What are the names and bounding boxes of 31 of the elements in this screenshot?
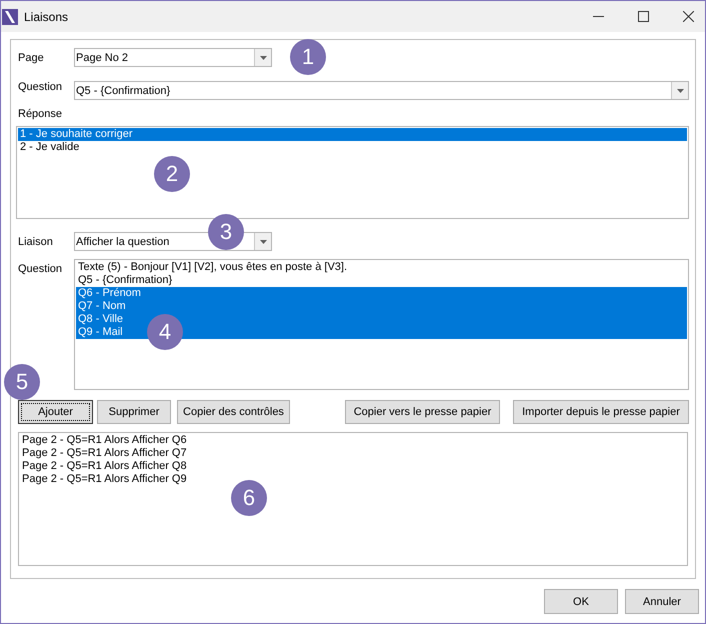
list-item[interactable]: 2 - Je valide: [18, 141, 687, 154]
list-item[interactable]: Q5 - {Confirmation}: [76, 274, 687, 287]
list-item[interactable]: Page 2 - Q5=R1 Alors Afficher Q7: [20, 447, 686, 460]
field-label: Liaison: [17, 235, 54, 248]
dialog-button[interactable]: Annuler: [625, 589, 699, 614]
action-button[interactable]: Ajouter: [18, 400, 93, 424]
page-dropdown[interactable]: Page No 2: [74, 48, 272, 67]
list-item[interactable]: Q7 - Nom: [76, 300, 687, 313]
list-item[interactable]: 1 - Je souhaite corriger: [18, 128, 687, 141]
field-label: Question: [17, 262, 64, 275]
list-item[interactable]: Texte (5) - Bonjour [V1] [V2], vous êtes en poste à [V3].: [76, 261, 687, 274]
action-button[interactable]: Copier vers le presse papier: [345, 400, 500, 424]
field-label: Question: [17, 81, 64, 93]
question-dropdown[interactable]: Q5 - {Confirmation}: [74, 81, 689, 100]
list-item[interactable]: Page 2 - Q5=R1 Alors Afficher Q6: [20, 434, 686, 447]
list-item[interactable]: Page 2 - Q5=R1 Alors Afficher Q8: [20, 460, 686, 473]
step-badge: 5: [4, 364, 40, 400]
field-label: Page: [17, 51, 45, 64]
action-button[interactable]: Supprimer: [97, 400, 171, 424]
action-button[interactable]: Copier des contrôles: [177, 400, 290, 424]
caret-icon: [260, 240, 266, 244]
list-item[interactable]: Q6 - Prénom: [76, 287, 687, 300]
caret-icon: [260, 56, 266, 60]
step-badge: 1: [290, 39, 326, 75]
close-icon[interactable]: [683, 11, 694, 22]
dialog-button[interactable]: OK: [544, 589, 618, 614]
field-label: Réponse: [18, 108, 62, 120]
window-title: Liaisons: [24, 10, 68, 24]
caret-icon: [676, 88, 684, 92]
maximize-icon[interactable]: [638, 11, 649, 22]
action-button[interactable]: Importer depuis le presse papier: [513, 400, 689, 424]
